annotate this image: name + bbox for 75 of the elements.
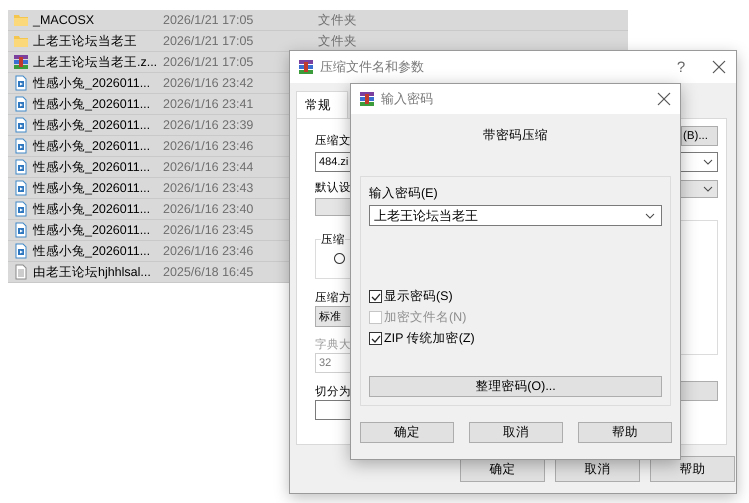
- file-date: 2026/1/16 23:39: [163, 118, 254, 132]
- file-name[interactable]: 性感小兔_2026011...: [33, 158, 163, 176]
- checkbox[interactable]: [369, 332, 382, 344]
- file-date: 2026/1/16 23:41: [163, 97, 254, 111]
- file-date: 2026/1/16 23:43: [163, 181, 254, 195]
- file-date: 2026/1/16 23:44: [163, 160, 254, 174]
- stacked-books-icon: [298, 59, 314, 75]
- checkbox-label[interactable]: ZIP 传统加密(Z): [384, 330, 475, 346]
- folder-icon: [13, 12, 29, 28]
- stacked-books-icon: [359, 91, 375, 107]
- organize-passwords-button[interactable]: 整理密码(O)...: [369, 376, 662, 397]
- chevron-icon: [703, 186, 713, 192]
- file-name[interactable]: 上老王论坛当老王: [33, 32, 163, 50]
- video-file-icon: [13, 96, 29, 112]
- file-name[interactable]: 性感小兔_2026011...: [33, 116, 163, 134]
- dialog-heading: 带密码压缩: [482, 127, 549, 143]
- tab[interactable]: 常规: [296, 91, 348, 118]
- video-file-icon: [13, 201, 29, 217]
- file-date: 2025/6/18 16:45: [163, 265, 254, 279]
- file-date: 2026/1/16 23:42: [163, 76, 254, 90]
- video-file-icon: [13, 75, 29, 91]
- field-label: 压缩方: [315, 290, 352, 306]
- chevron-icon: [703, 159, 713, 165]
- file-date: 2026/1/16 23:46: [163, 139, 254, 153]
- checkbox-label[interactable]: 显示密码(S): [384, 288, 453, 304]
- chevron-icon: [645, 212, 655, 218]
- field-label: 切分为: [315, 384, 352, 400]
- dialog-button[interactable]: 帮助: [650, 456, 735, 482]
- file-date: 2026/1/21 17:05: [163, 55, 254, 69]
- file-name[interactable]: 上老王论坛当老王.z...: [33, 54, 163, 70]
- password-combobox[interactable]: 上老王论坛当老王: [369, 205, 662, 226]
- file-name[interactable]: 性感小兔_2026011...: [33, 242, 163, 260]
- video-file-icon: [13, 222, 29, 238]
- field-label: 输入密码(E): [369, 185, 439, 201]
- folder-icon: [13, 33, 29, 49]
- dialog-button[interactable]: 确定: [360, 422, 454, 443]
- file-name[interactable]: _MACOSX: [33, 13, 163, 27]
- file-name[interactable]: 性感小兔_2026011...: [33, 180, 163, 196]
- video-file-icon: [13, 243, 29, 259]
- field-label: 默认设: [315, 180, 352, 196]
- file-type: 文件夹: [318, 12, 357, 28]
- file-name[interactable]: 性感小兔_2026011...: [33, 222, 163, 238]
- field-label: 压缩文: [315, 134, 352, 149]
- file-name[interactable]: 性感小兔_2026011...: [33, 74, 163, 92]
- file-date: 2026/1/21 17:05: [163, 13, 254, 27]
- stacked-books-icon: [13, 54, 29, 70]
- file-name[interactable]: 由老王论坛hjhhlsal...: [33, 264, 163, 280]
- method-dropdown[interactable]: 标准: [315, 306, 351, 327]
- radio-button[interactable]: [334, 253, 345, 264]
- window-title: 输入密码: [381, 90, 434, 108]
- video-file-icon: [13, 117, 29, 133]
- video-file-icon: [13, 138, 29, 154]
- close-icon: [657, 92, 671, 106]
- browse-button[interactable]: (B)...: [681, 126, 718, 146]
- file-name[interactable]: 性感小兔_2026011...: [33, 138, 163, 154]
- file-date: 2026/1/16 23:46: [163, 244, 254, 258]
- archive-name-dropdown[interactable]: [681, 152, 718, 172]
- split-field[interactable]: [315, 400, 351, 420]
- file-name[interactable]: 性感小兔_2026011...: [33, 96, 163, 112]
- window-title: 压缩文件名和参数: [320, 58, 425, 76]
- field-label: 字典大: [315, 337, 352, 353]
- file-date: 2026/1/16 23:40: [163, 202, 254, 216]
- video-file-icon: [13, 159, 29, 175]
- archive-name-field[interactable]: 484.zi: [315, 152, 351, 172]
- dialog-button[interactable]: 取消: [469, 422, 563, 443]
- file-type: 文件夹: [318, 32, 357, 50]
- file-name[interactable]: 性感小兔_2026011...: [33, 200, 163, 218]
- help-button[interactable]: ?: [666, 58, 696, 76]
- close-icon: [712, 60, 726, 74]
- checkbox[interactable]: [369, 290, 382, 302]
- video-file-icon: [13, 180, 29, 196]
- file-date: 2026/1/16 23:45: [163, 223, 254, 237]
- text-file-icon: [13, 264, 29, 280]
- dialog-button[interactable]: 帮助: [578, 422, 672, 443]
- file-date: 2026/1/21 17:05: [163, 34, 254, 48]
